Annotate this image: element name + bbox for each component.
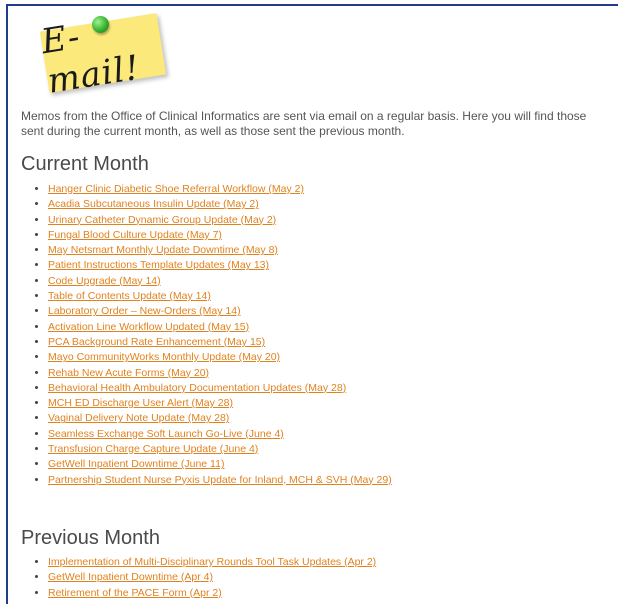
memo-link[interactable]: Behavioral Health Ambulatory Documentati… [48,382,346,394]
memo-link[interactable]: GetWell Inpatient Downtime (June 11) [48,458,224,470]
list-item: Rehab New Acute Forms (May 20) [48,366,392,381]
list-item: Retirement of the PACE Form (Apr 2) [48,586,376,601]
memo-link[interactable]: Vaginal Delivery Note Update (May 28) [48,412,229,424]
list-item: Partnership Student Nurse Pyxis Update f… [48,473,392,488]
memo-link[interactable]: Table of Contents Update (May 14) [48,290,211,302]
memo-link[interactable]: Mayo CommunityWorks Monthly Update (May … [48,351,280,363]
list-item: Fungal Blood Culture Update (May 7) [48,228,392,243]
current-month-heading: Current Month [21,153,149,175]
current-month-list: Hanger Clinic Diabetic Shoe Referral Wor… [21,182,392,488]
memo-link[interactable]: Code Upgrade (May 14) [48,275,161,287]
intro-text: Memos from the Office of Clinical Inform… [21,109,587,138]
memo-link[interactable]: May Netsmart Monthly Update Downtime (Ma… [48,244,278,256]
list-item: Hanger Clinic Diabetic Shoe Referral Wor… [48,182,392,197]
memo-link[interactable]: Seamless Exchange Soft Launch Go-Live (J… [48,428,284,440]
list-item: Seamless Exchange Soft Launch Go-Live (J… [48,427,392,442]
memo-link[interactable]: MCH ED Discharge User Alert (May 28) [48,397,233,409]
list-item: Patient Instructions Template Updates (M… [48,258,392,273]
list-item: Vaginal Delivery Note Update (May 28) [48,411,392,426]
list-item: Activation Line Workflow Updated (May 15… [48,320,392,335]
list-item: MCH ED Discharge User Alert (May 28) [48,396,392,411]
list-item: Code Upgrade (May 14) [48,274,392,289]
memo-link[interactable]: GetWell Inpatient Downtime (Apr 4) [48,571,213,583]
previous-month-heading: Previous Month [21,527,160,549]
list-item: Mayo CommunityWorks Monthly Update (May … [48,350,392,365]
list-item: Implementation of Multi-Disciplinary Rou… [48,555,376,570]
list-item: GetWell Inpatient Downtime (June 11) [48,457,392,472]
list-item: Table of Contents Update (May 14) [48,289,392,304]
memo-link[interactable]: Patient Instructions Template Updates (M… [48,259,269,271]
previous-month-list: Implementation of Multi-Disciplinary Rou… [21,555,376,601]
memo-link[interactable]: Rehab New Acute Forms (May 20) [48,367,209,379]
list-item: Acadia Subcutaneous Insulin Update (May … [48,197,392,212]
memo-link[interactable]: Retirement of the PACE Form (Apr 2) [48,587,222,599]
memo-link[interactable]: Transfusion Charge Capture Update (June … [48,443,258,455]
list-item: GetWell Inpatient Downtime (Apr 4) [48,570,376,585]
memo-link[interactable]: Urinary Catheter Dynamic Group Update (M… [48,214,276,226]
memo-link[interactable]: Hanger Clinic Diabetic Shoe Referral Wor… [48,183,304,195]
memo-link[interactable]: Partnership Student Nurse Pyxis Update f… [48,474,392,486]
list-item: Behavioral Health Ambulatory Documentati… [48,381,392,396]
list-item: PCA Background Rate Enhancement (May 15) [48,335,392,350]
memo-link[interactable]: PCA Background Rate Enhancement (May 15) [48,336,265,348]
memo-link[interactable]: Implementation of Multi-Disciplinary Rou… [48,556,376,568]
memo-link[interactable]: Fungal Blood Culture Update (May 7) [48,229,222,241]
memo-link[interactable]: Activation Line Workflow Updated (May 15… [48,321,249,333]
list-item: Laboratory Order – New-Orders (May 14) [48,304,392,319]
list-item: Urinary Catheter Dynamic Group Update (M… [48,213,392,228]
list-item: Transfusion Charge Capture Update (June … [48,442,392,457]
list-item: May Netsmart Monthly Update Downtime (Ma… [48,243,392,258]
memo-link[interactable]: Acadia Subcutaneous Insulin Update (May … [48,198,259,210]
pushpin-icon [92,16,109,33]
memo-link[interactable]: Laboratory Order – New-Orders (May 14) [48,305,241,317]
